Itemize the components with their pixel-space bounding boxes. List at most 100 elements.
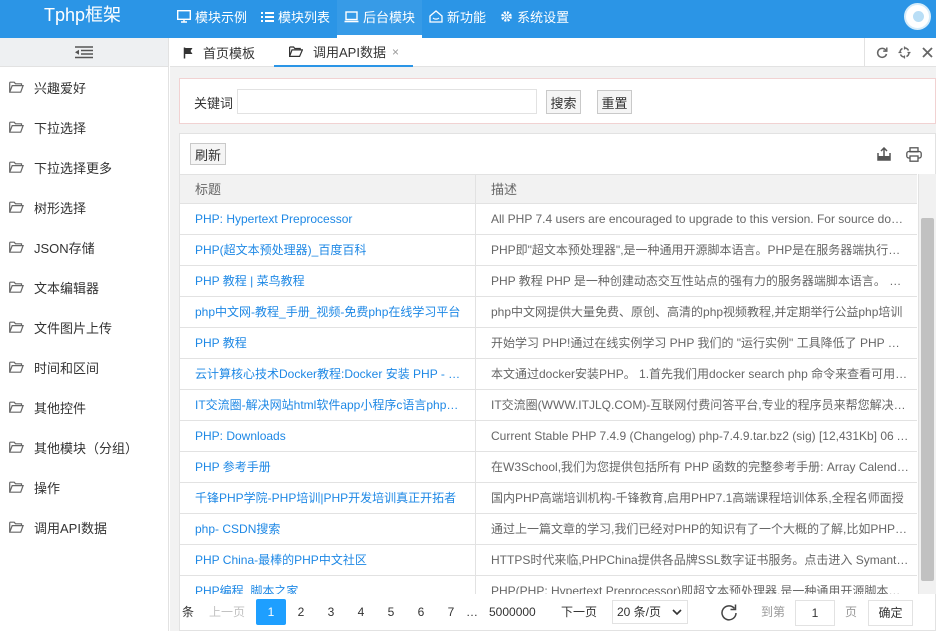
table-row[interactable]: PHP(超文本预处理器)_百度百科 PHP即"超文本预处理器",是一种通用开源脚本… xyxy=(180,235,917,266)
page-size-select[interactable]: 20 条/页 xyxy=(612,600,688,624)
reset-button[interactable]: 重置 xyxy=(597,90,632,114)
page-number-5[interactable]: 5 xyxy=(376,594,406,630)
row-title-link[interactable]: PHP China-最棒的PHP中文社区 xyxy=(180,545,476,575)
vertical-scrollbar[interactable] xyxy=(918,174,936,594)
folder-icon xyxy=(9,241,24,253)
menu-fold-icon xyxy=(75,45,93,58)
sidebar-item-api-data[interactable]: 调用API数据 xyxy=(0,507,168,547)
column-header-description[interactable]: 描述 xyxy=(476,175,917,203)
top-nav: 模块示例 模块列表 后台模块 新功能 系统设置 xyxy=(170,0,576,38)
nav-label: 模块列表 xyxy=(278,10,331,25)
scrollbar-thumb[interactable] xyxy=(921,218,934,581)
nav-item-new-features[interactable]: 新功能 xyxy=(422,0,493,33)
sidebar-item-hobbies[interactable]: 兴趣爱好 xyxy=(0,67,168,107)
table-row[interactable]: PHP: Downloads Current Stable PHP 7.4.9 (… xyxy=(180,421,917,452)
sidebar-item-text-editor[interactable]: 文本编辑器 xyxy=(0,267,168,307)
sidebar-item-json-storage[interactable]: JSON存储 xyxy=(0,227,168,267)
top-header: Tphp框架 模块示例 模块列表 后台模块 新功能 系统设置 xyxy=(0,0,936,38)
row-title-link[interactable]: php中文网-教程_手册_视频-免费php在线学习平台 xyxy=(180,297,476,327)
data-table-panel: 刷新 标题 描述 PHP: Hypertext Preprocessor All … xyxy=(179,133,936,631)
search-button[interactable]: 搜索 xyxy=(546,90,581,114)
page-number-last[interactable]: 5000000 xyxy=(489,594,536,630)
folder-icon xyxy=(9,321,24,333)
row-title-link[interactable]: php- CSDN搜索 xyxy=(180,514,476,544)
nav-item-module-list[interactable]: 模块列表 xyxy=(254,0,337,33)
row-title-link[interactable]: PHP 参考手册 xyxy=(180,452,476,482)
table-row[interactable]: IT交流圈-解决网站html软件app小程序c语言php问题 IT交流圈(WWW.… xyxy=(180,390,917,421)
page-number-2[interactable]: 2 xyxy=(286,594,316,630)
page-number-7[interactable]: 7 xyxy=(436,594,466,630)
close-all-tabs-icon[interactable] xyxy=(921,46,934,59)
tab-api-data[interactable]: 调用API数据 × xyxy=(274,38,413,67)
table-body: PHP: Hypertext Preprocessor All PHP 7.4 u… xyxy=(180,204,917,594)
column-header-title[interactable]: 标题 xyxy=(180,175,476,203)
pagination: 条 上一页 1 2 3 4 5 6 7 … 5000000 下一页 20 条/页… xyxy=(180,594,936,630)
row-title-link[interactable]: PHP 教程 | 菜鸟教程 xyxy=(180,266,476,296)
sidebar-item-other-controls[interactable]: 其他控件 xyxy=(0,387,168,427)
page-number-4[interactable]: 4 xyxy=(346,594,376,630)
tab-label: 调用API数据 xyxy=(313,45,386,60)
skip-page-input[interactable]: 1 xyxy=(795,600,835,626)
refresh-button[interactable]: 刷新 xyxy=(190,143,226,165)
table-row[interactable]: php中文网-教程_手册_视频-免费php在线学习平台 php中文网提供大量免费、… xyxy=(180,297,917,328)
sidebar-item-tree-select[interactable]: 树形选择 xyxy=(0,187,168,227)
folder-icon xyxy=(9,161,24,173)
folder-icon xyxy=(9,201,24,213)
confirm-skip-button[interactable]: 确定 xyxy=(868,600,913,626)
page-number-1[interactable]: 1 xyxy=(256,599,286,625)
recycle-icon[interactable] xyxy=(898,46,911,59)
folder-icon xyxy=(9,521,24,533)
row-title-link[interactable]: PHP编程_脚本之家 xyxy=(180,576,476,594)
table-row[interactable]: PHP 教程 开始学习 PHP!通过在线实例学习 PHP 我们的 "运行实例" 工… xyxy=(180,328,917,359)
sidebar-item-label: 下拉选择更多 xyxy=(34,160,113,176)
export-icon[interactable] xyxy=(876,146,892,162)
table-row[interactable]: PHP 参考手册 在W3School,我们为您提供包括所有 PHP 函数的完整参考… xyxy=(180,452,917,483)
sidebar-item-dropdown-more[interactable]: 下拉选择更多 xyxy=(0,147,168,187)
page-number-3[interactable]: 3 xyxy=(316,594,346,630)
table-row[interactable]: PHP: Hypertext Preprocessor All PHP 7.4 u… xyxy=(180,204,917,235)
sidebar-item-operations[interactable]: 操作 xyxy=(0,467,168,507)
folder-open-icon xyxy=(289,46,303,57)
chevron-down-icon xyxy=(672,601,682,630)
user-avatar[interactable] xyxy=(904,3,931,30)
table-row[interactable]: PHP China-最棒的PHP中文社区 HTTPS时代来临,PHPChina提供… xyxy=(180,545,917,576)
tab-close-icon[interactable]: × xyxy=(392,45,399,59)
sidebar-item-file-upload[interactable]: 文件图片上传 xyxy=(0,307,168,347)
refresh-tab-icon[interactable] xyxy=(875,46,888,59)
sidebar-toggle-button[interactable] xyxy=(0,38,168,67)
row-title-link[interactable]: PHP: Downloads xyxy=(180,421,476,451)
sidebar-item-label: 时间和区间 xyxy=(34,360,100,376)
keyword-label: 关键词 xyxy=(194,96,234,111)
table-row[interactable]: 云计算核心技术Docker教程:Docker 安装 PHP - 知乎 本文通过do… xyxy=(180,359,917,390)
table-row[interactable]: PHP 教程 | 菜鸟教程 PHP 教程 PHP 是一种创建动态交互性站点的强有力… xyxy=(180,266,917,297)
table-row[interactable]: php- CSDN搜索 通过上一篇文章的学习,我们已经对PHP的知识有了一个大概的… xyxy=(180,514,917,545)
row-title-link[interactable]: PHP(超文本预处理器)_百度百科 xyxy=(180,235,476,265)
row-title-link[interactable]: PHP 教程 xyxy=(180,328,476,358)
nav-item-system-settings[interactable]: 系统设置 xyxy=(493,0,576,33)
nav-item-admin-module[interactable]: 后台模块 xyxy=(337,0,423,38)
row-title-link[interactable]: 云计算核心技术Docker教程:Docker 安装 PHP - 知乎 xyxy=(180,359,476,389)
nav-item-module-examples[interactable]: 模块示例 xyxy=(170,0,254,33)
tab-home-template[interactable]: 首页模板 xyxy=(183,38,255,67)
keyword-input[interactable] xyxy=(237,89,537,114)
sidebar-item-other-modules[interactable]: 其他模块（分组） xyxy=(0,427,168,467)
monitor-icon xyxy=(177,10,191,23)
row-title-link[interactable]: PHP: Hypertext Preprocessor xyxy=(180,204,476,234)
sidebar-item-time-range[interactable]: 时间和区间 xyxy=(0,347,168,387)
table-row[interactable]: 千锋PHP学院-PHP培训|PHP开发培训真正开拓者 国内PHP高端培训机构-千锋… xyxy=(180,483,917,514)
next-page-button[interactable]: 下一页 xyxy=(561,594,597,630)
row-description: Current Stable PHP 7.4.9 (Changelog) php… xyxy=(491,429,917,443)
sidebar-item-dropdown[interactable]: 下拉选择 xyxy=(0,107,168,147)
row-title-link[interactable]: 千锋PHP学院-PHP培训|PHP开发培训真正开拓者 xyxy=(180,483,476,513)
folder-icon xyxy=(9,121,24,133)
table-row[interactable]: PHP编程_脚本之家 PHP(PHP: Hypertext Preprocesso… xyxy=(180,576,917,594)
app-logo[interactable]: Tphp框架 xyxy=(44,4,121,26)
page-number-6[interactable]: 6 xyxy=(406,594,436,630)
row-title-link[interactable]: IT交流圈-解决网站html软件app小程序c语言php问题 xyxy=(180,390,476,420)
print-icon[interactable] xyxy=(906,146,922,162)
row-description: IT交流圈(WWW.ITJLQ.COM)-互联网付费问答平台,专业的程序员来帮您… xyxy=(491,398,917,412)
total-count: 条 xyxy=(182,605,195,619)
reload-page-icon[interactable] xyxy=(720,594,738,630)
prev-page-button[interactable]: 上一页 xyxy=(209,594,245,630)
nav-label: 系统设置 xyxy=(517,10,570,25)
